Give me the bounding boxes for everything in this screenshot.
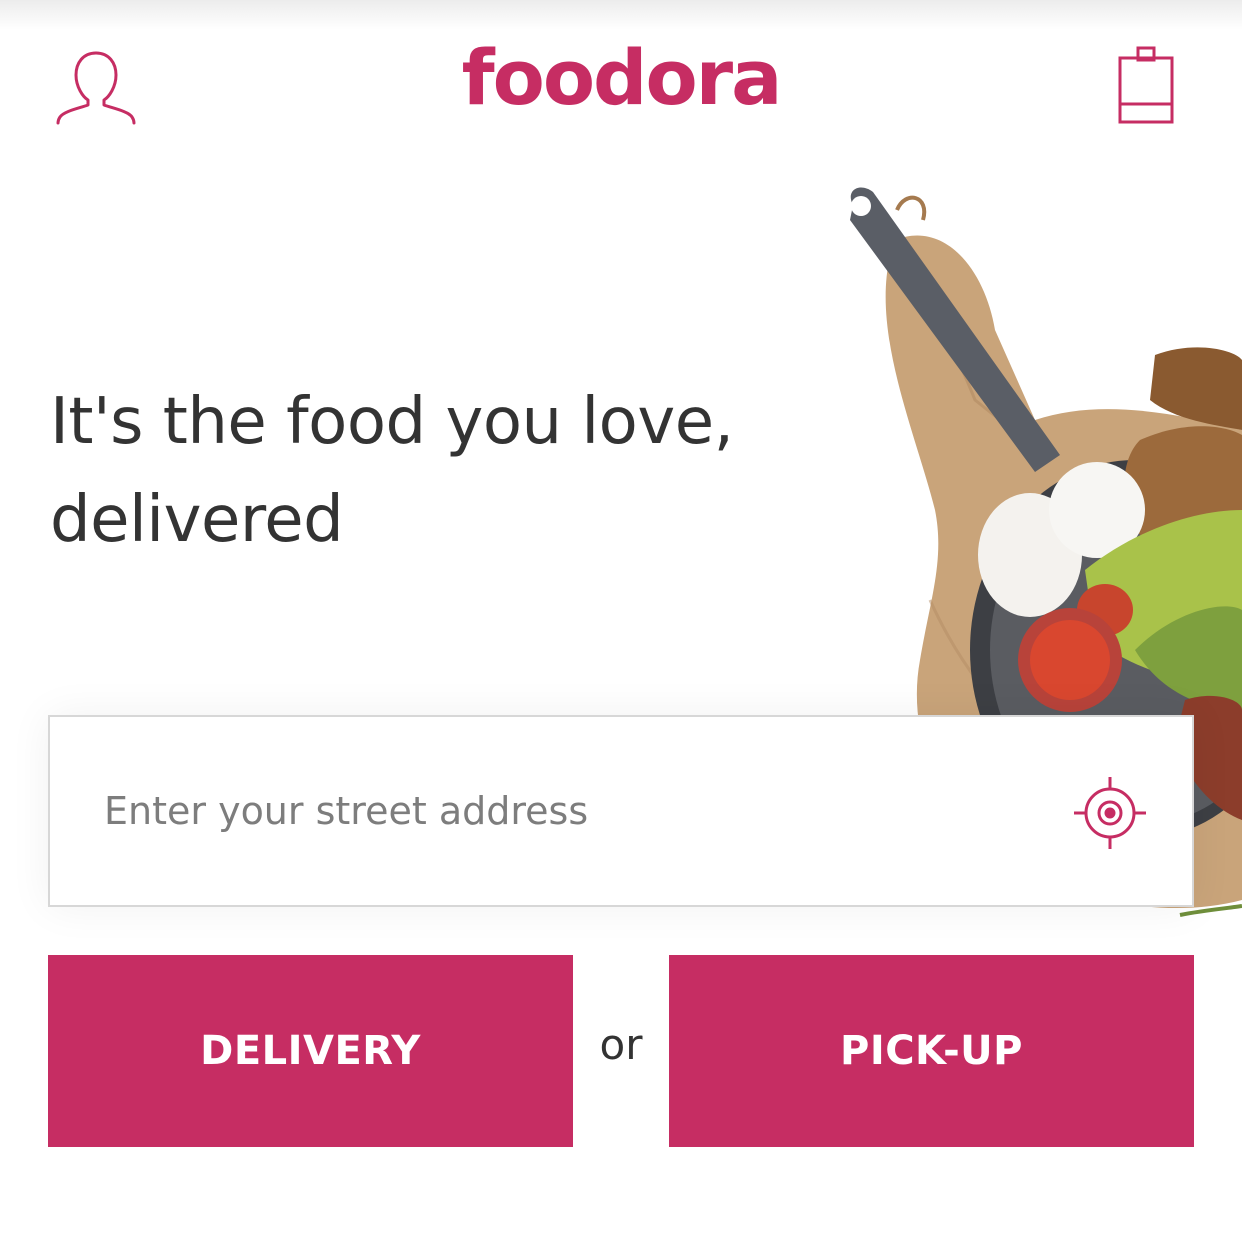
shopping-bag-icon xyxy=(1118,46,1174,124)
hero-headline: It's the food you love, delivered xyxy=(50,384,734,557)
pickup-button-label: PICK-UP xyxy=(840,1028,1023,1074)
delivery-button-label: DELIVERY xyxy=(200,1028,421,1074)
pickup-button[interactable]: PICK-UP xyxy=(669,955,1194,1147)
cart-button[interactable] xyxy=(1110,40,1182,130)
app-header: foodora xyxy=(0,0,1242,170)
address-search-box xyxy=(48,715,1194,907)
delivery-button[interactable]: DELIVERY xyxy=(48,955,573,1147)
brand-logo: foodora xyxy=(0,40,1242,116)
location-target-icon xyxy=(1074,777,1146,849)
or-separator: or xyxy=(599,1020,643,1069)
locate-me-button[interactable] xyxy=(1072,775,1148,851)
brand-logo-text: foodora xyxy=(461,33,783,122)
address-input[interactable] xyxy=(100,717,1044,905)
